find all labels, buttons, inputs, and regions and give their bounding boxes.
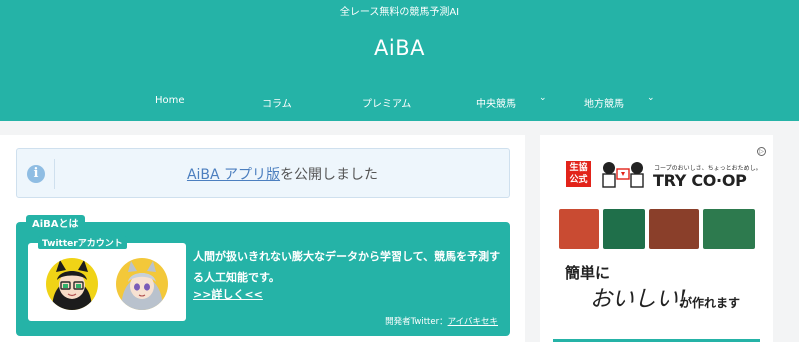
sidebar-ad[interactable]: ▷ 生協 公式 コープのおいしさ、ちょっとおためし。 TRY CO·OP 簡単に… (540, 135, 773, 342)
ad-headline-1: 簡単に (565, 264, 611, 282)
coop-logo: TRY CO·OP (653, 171, 747, 190)
main-content: i AiBA アプリ版を公開しました AiBAとは Twitterアカウント 人… (0, 135, 525, 342)
app-version-link[interactable]: AiBA アプリ版 (187, 167, 280, 183)
product-pack (559, 209, 599, 249)
adchoices-icon[interactable]: ▷ (757, 147, 766, 156)
nav-column[interactable]: コラム (262, 95, 292, 110)
product-pack (703, 209, 755, 249)
developer-twitter-link[interactable]: アイバキセキ (448, 317, 498, 327)
product-pack (603, 209, 645, 249)
read-more-link[interactable]: >>詳しく<< (193, 286, 263, 302)
chevron-down-icon[interactable]: ⌄ (647, 93, 655, 103)
nav-premium[interactable]: プレミアム (362, 95, 411, 110)
avatar[interactable] (116, 258, 168, 310)
site-tagline: 全レース無料の競馬予測AI (339, 7, 460, 18)
site-title[interactable]: AiBA (0, 36, 799, 60)
coop-characters-illustration (602, 162, 644, 188)
ad-headline-3: が作れます (680, 296, 741, 310)
about-description: 人間が扱いきれない膨大なデータから学習して、競馬を予測する人工知能です。 (193, 250, 501, 284)
avatar[interactable] (46, 258, 98, 310)
info-icon: i (27, 165, 45, 183)
nav-local-racing[interactable]: 地方競馬 (584, 95, 624, 110)
about-label: AiBAとは (26, 215, 85, 230)
coop-official-badge: 生協 公式 (566, 161, 591, 187)
product-packages (559, 209, 755, 249)
twitter-accounts-label: Twitterアカウント (38, 236, 127, 249)
twitter-accounts-box: Twitterアカウント (28, 236, 186, 321)
notice-message: を公開しました (280, 167, 379, 183)
ad-headline-2: おいしい! (590, 287, 687, 312)
nav-home[interactable]: Home (155, 95, 185, 106)
badge-line-2: 公式 (569, 175, 588, 185)
notice-text: AiBA アプリ版を公開しました (55, 164, 510, 184)
nav-central-racing[interactable]: 中央競馬 (476, 95, 516, 110)
product-pack (649, 209, 699, 249)
badge-line-1: 生協 (569, 163, 588, 173)
site-header: 全レース無料の競馬予測AI AiBA Home コラム プレミアム 中央競馬 ⌄… (0, 0, 799, 121)
about-aiba-box: AiBAとは Twitterアカウント 人間が扱いきれない膨大なデータから学習し… (16, 215, 510, 336)
developer-twitter: 開発者Twitter：アイバキセキ (385, 315, 498, 327)
chevron-down-icon[interactable]: ⌄ (539, 93, 547, 103)
developer-prefix: 開発者Twitter： (385, 317, 448, 327)
app-release-notice: i AiBA アプリ版を公開しました (16, 148, 510, 198)
